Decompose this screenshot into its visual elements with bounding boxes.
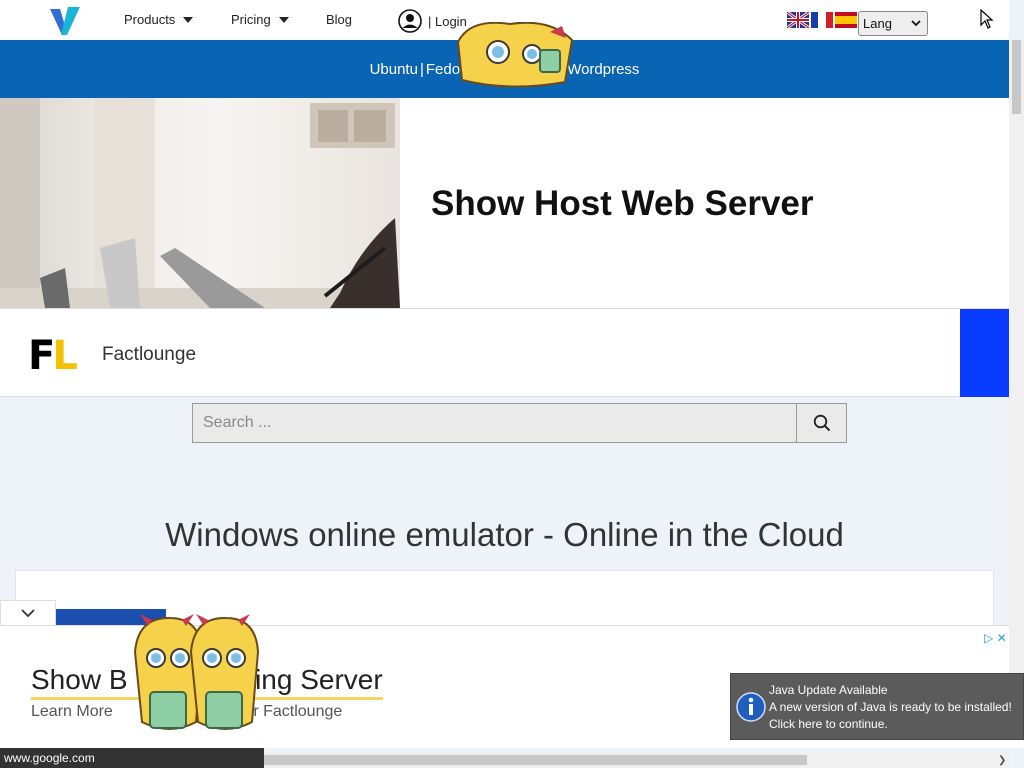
java-update-notification[interactable]: Java Update Available A new version of J… — [730, 673, 1024, 740]
cartoon-character-icon — [456, 22, 574, 88]
search-placeholder: Search ... — [203, 414, 272, 431]
search-icon — [813, 414, 830, 432]
cartoon-characters-icon — [133, 614, 260, 730]
nav-blog[interactable]: Blog — [326, 12, 352, 27]
status-bar: www.google.com — [0, 748, 264, 768]
uk-flag-icon[interactable] — [787, 12, 809, 28]
mouse-cursor-icon — [980, 9, 994, 29]
chevron-down-icon — [183, 16, 194, 23]
nav-pricing-label: Pricing — [231, 12, 271, 27]
france-flag-icon[interactable] — [811, 12, 833, 28]
factlounge-logo[interactable]: FL — [28, 333, 78, 379]
nav-pricing[interactable]: Pricing — [231, 12, 289, 27]
java-title: Java Update Available — [769, 683, 888, 697]
java-message: A new version of Java is ready to be ins… — [769, 700, 1012, 714]
brand-blue-block — [960, 309, 1009, 397]
scroll-right-arrow-icon[interactable]: ❯ — [998, 755, 1006, 766]
search-button[interactable] — [796, 403, 847, 443]
nav-blog-label: Blog — [326, 12, 353, 27]
vertical-scrollbar[interactable] — [1009, 40, 1024, 673]
brand-name[interactable]: Factlounge — [102, 344, 196, 366]
logo-letter-l: L — [52, 333, 77, 379]
vertical-scrollbar-thumb[interactable] — [1012, 40, 1021, 114]
chevron-down-icon — [278, 16, 289, 23]
java-continue-link[interactable]: Click here to continue. — [769, 716, 1012, 733]
site-logo[interactable] — [48, 5, 82, 37]
language-select-value: Lang — [863, 16, 892, 31]
nav-products[interactable]: Products — [124, 12, 194, 27]
hero-image — [0, 98, 400, 308]
horizontal-scrollbar-thumb[interactable] — [264, 755, 807, 765]
link-ubuntu[interactable]: Ubuntu — [370, 61, 418, 78]
nav-products-label: Products — [124, 12, 176, 27]
status-url: www.google.com — [4, 751, 95, 765]
hero-banner: Show Host Web Server — [0, 98, 1009, 308]
ad-choices-icon[interactable]: ▷ ✕ — [984, 631, 1007, 645]
spain-flag-icon[interactable] — [835, 12, 857, 28]
horizontal-scrollbar[interactable] — [264, 752, 1009, 768]
ad-collapse-button[interactable] — [0, 600, 56, 626]
brand-row: FL Factlounge — [0, 308, 1009, 397]
hero-title: Show Host Web Server — [431, 184, 814, 223]
logo-letter-f: F — [28, 333, 55, 379]
separator: | — [419, 60, 424, 78]
info-icon — [736, 692, 766, 722]
user-icon[interactable] — [398, 9, 422, 33]
language-select[interactable]: Lang — [858, 11, 928, 36]
chevron-down-icon — [21, 609, 35, 618]
chevron-down-icon — [911, 20, 921, 27]
page-heading: Windows online emulator - Online in the … — [165, 516, 844, 553]
search-input[interactable]: Search ... — [192, 403, 797, 443]
